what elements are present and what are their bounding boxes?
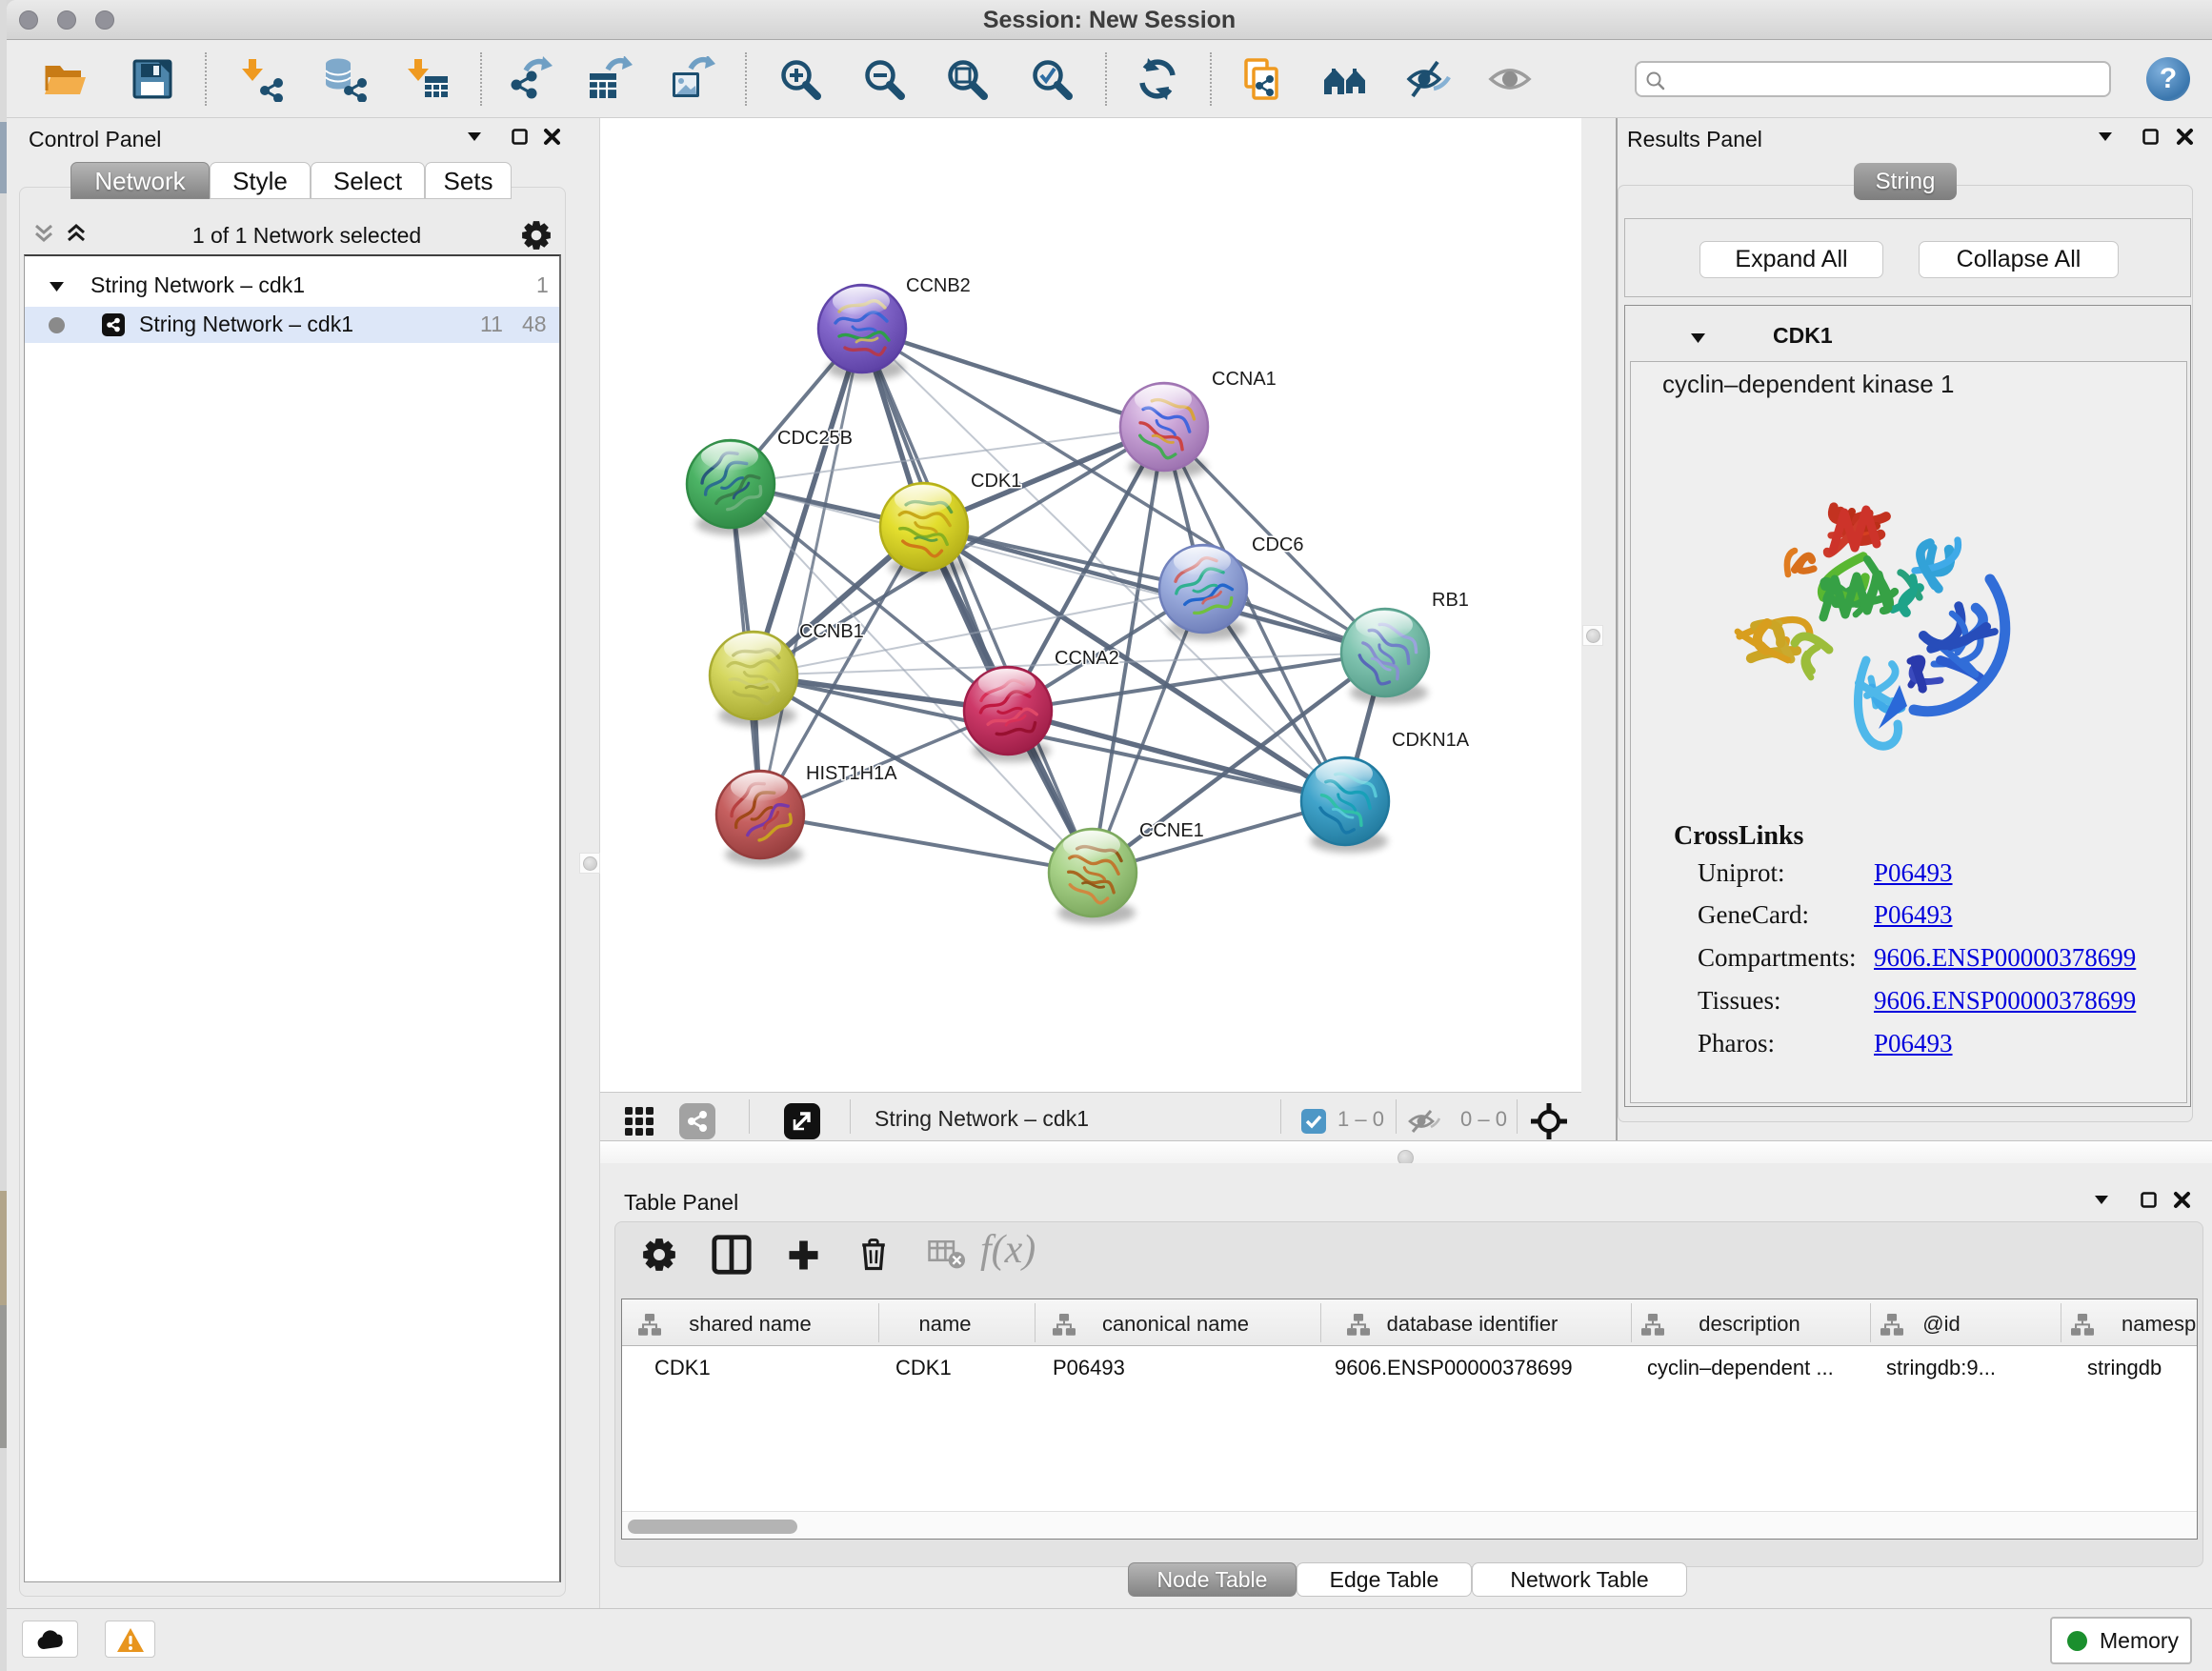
svg-text:CCNB1: CCNB1 xyxy=(799,621,864,642)
svg-text:CDC25B: CDC25B xyxy=(777,428,853,449)
svg-text:CCNB2: CCNB2 xyxy=(906,275,971,296)
svg-text:CCNA2: CCNA2 xyxy=(1055,648,1119,669)
svg-text:CDC6: CDC6 xyxy=(1252,534,1303,555)
svg-text:HIST1H1A: HIST1H1A xyxy=(806,763,897,784)
svg-text:RB1: RB1 xyxy=(1432,590,1469,611)
svg-text:CDK1: CDK1 xyxy=(971,471,1021,492)
svg-text:CCNA1: CCNA1 xyxy=(1212,369,1277,390)
svg-text:CDKN1A: CDKN1A xyxy=(1392,730,1470,751)
svg-text:CCNE1: CCNE1 xyxy=(1139,820,1204,841)
